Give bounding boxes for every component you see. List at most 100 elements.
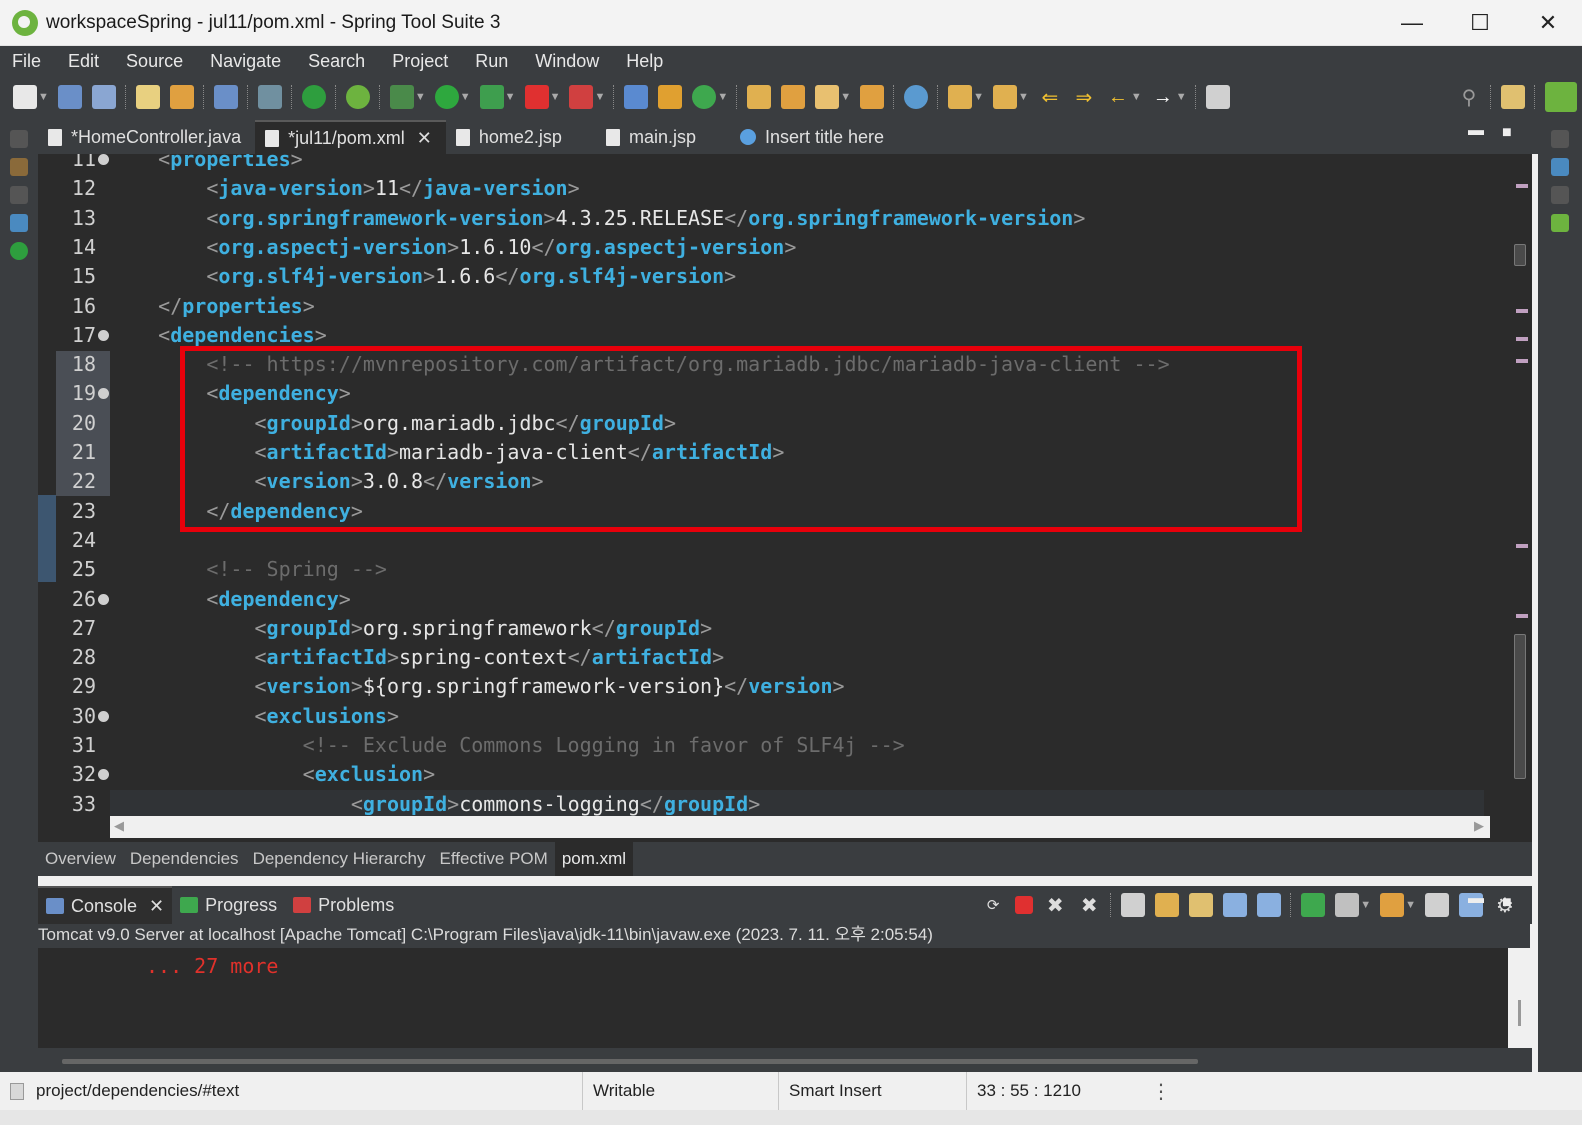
scrollbar-thumb[interactable]	[62, 1059, 1198, 1064]
code-line[interactable]: <exclusion>	[110, 760, 1484, 789]
code-line[interactable]: <java-version>11</java-version>	[110, 174, 1484, 203]
new-class-icon[interactable]	[692, 85, 717, 109]
open-type-icon[interactable]	[135, 85, 160, 109]
forward-arrow-icon[interactable]: →	[1151, 85, 1175, 109]
servers-icon[interactable]	[10, 214, 28, 232]
new-package-icon[interactable]	[658, 85, 683, 109]
spring-boot-icon[interactable]	[345, 85, 370, 109]
chevron-down-icon[interactable]: ▼	[1131, 91, 1142, 103]
fold-toggle-icon[interactable]	[98, 593, 109, 605]
tab-main-jsp[interactable]: main.jsp	[596, 120, 710, 154]
tab-effective-pom[interactable]: Effective POM	[432, 842, 554, 876]
previous-annotation-icon[interactable]	[993, 85, 1018, 109]
tab-console[interactable]: Console ✕	[38, 886, 173, 924]
menu-navigate[interactable]: Navigate	[198, 51, 296, 72]
tab-pom-xml-source[interactable]: pom.xml	[554, 842, 634, 876]
ruler-annotation[interactable]	[1516, 309, 1528, 313]
chevron-down-icon[interactable]: ▼	[840, 91, 851, 103]
terminate-icon[interactable]	[569, 85, 594, 109]
chevron-down-icon[interactable]: ▼	[1360, 899, 1371, 911]
menu-search[interactable]: Search	[296, 51, 380, 72]
tab-dependency-hierarchy[interactable]: Dependency Hierarchy	[246, 842, 433, 876]
restore-icon[interactable]	[1551, 130, 1569, 148]
next-edit-icon[interactable]: ⇒	[1072, 85, 1096, 109]
ruler-annotation[interactable]	[1516, 184, 1528, 188]
tab-home2-jsp[interactable]: home2.jsp	[446, 120, 576, 154]
code-line[interactable]: <dependency>	[110, 585, 1484, 614]
code-line[interactable]: <org.slf4j-version>1.6.6</org.slf4j-vers…	[110, 262, 1484, 291]
menu-project[interactable]: Project	[380, 51, 463, 72]
close-icon[interactable]: ✕	[417, 128, 432, 149]
display-console-icon[interactable]	[1335, 893, 1360, 917]
minimize-console-icon[interactable]: ▬	[1468, 890, 1484, 908]
open-folder-icon[interactable]	[747, 85, 772, 109]
back-arrow-icon[interactable]: ←	[1106, 85, 1130, 109]
horizontal-scrollbar[interactable]: ◀ ▶	[110, 816, 1490, 838]
console-scrollbar[interactable]	[1518, 1000, 1521, 1026]
restore-icon[interactable]	[1551, 186, 1569, 204]
new-file-icon[interactable]	[13, 85, 37, 109]
chevron-down-icon[interactable]: ▼	[415, 91, 426, 103]
chevron-down-icon[interactable]: ▼	[973, 91, 984, 103]
open-resource-icon[interactable]	[169, 85, 194, 109]
remove-all-icon[interactable]: ✖	[1077, 893, 1101, 917]
minimize-button[interactable]: —	[1378, 0, 1446, 46]
pin-console-icon[interactable]	[1301, 893, 1326, 917]
code-line[interactable]: <groupId>commons-logging</groupId>	[110, 789, 1484, 819]
ruler-annotation[interactable]	[1516, 544, 1528, 548]
code-line[interactable]: <properties>	[110, 154, 1484, 174]
code-line[interactable]: <!-- Spring -->	[110, 555, 1484, 584]
run-icon[interactable]	[434, 85, 459, 109]
open-file-icon[interactable]	[781, 85, 806, 109]
spring-explorer-icon[interactable]	[1551, 214, 1569, 232]
menu-run[interactable]: Run	[463, 51, 523, 72]
run-external-icon[interactable]	[479, 85, 504, 109]
tab-progress[interactable]: Progress	[172, 886, 285, 924]
menu-window[interactable]: Window	[523, 51, 614, 72]
console-output[interactable]: ... 27 more	[38, 948, 1521, 1048]
clear-console-icon[interactable]	[1121, 893, 1146, 917]
new-project-icon[interactable]	[624, 85, 649, 109]
restore-icon[interactable]	[10, 186, 28, 204]
chevron-down-icon[interactable]: ▼	[594, 91, 605, 103]
ruler-annotation[interactable]	[1516, 337, 1528, 341]
word-wrap-icon[interactable]	[1189, 893, 1214, 917]
console-view-icon[interactable]	[213, 85, 238, 109]
ruler-thumb[interactable]	[1514, 634, 1526, 779]
chevron-down-icon[interactable]: ▼	[1176, 91, 1187, 103]
globe-icon[interactable]	[904, 85, 929, 109]
tab-problems[interactable]: Problems	[285, 886, 402, 924]
tab-homecontroller-java[interactable]: *HomeController.java	[38, 120, 255, 154]
fold-toggle-icon[interactable]	[98, 769, 109, 781]
chevron-down-icon[interactable]: ▼	[717, 91, 728, 103]
ruler-annotation[interactable]	[1516, 614, 1528, 618]
close-icon[interactable]: ✕	[149, 896, 164, 917]
tab-dependencies[interactable]: Dependencies	[123, 842, 246, 876]
chevron-down-icon[interactable]: ▼	[38, 91, 49, 103]
sync-icon[interactable]: ⟳	[981, 893, 1005, 917]
next-annotation-icon[interactable]	[948, 85, 973, 109]
menu-help[interactable]: Help	[614, 51, 678, 72]
scroll-left-icon[interactable]: ◀	[114, 818, 124, 834]
console-horizontal-scrollbar[interactable]	[38, 1048, 1532, 1072]
power-icon[interactable]	[301, 85, 326, 109]
show-stderr-icon[interactable]	[1257, 893, 1282, 917]
tab-overview[interactable]: Overview	[38, 842, 123, 876]
close-button[interactable]: ✕	[1514, 0, 1582, 46]
menu-file[interactable]: File	[0, 51, 56, 72]
package-explorer-icon[interactable]	[10, 158, 28, 176]
open-console-icon[interactable]	[1380, 893, 1405, 917]
chevron-down-icon[interactable]: ▼	[1018, 91, 1029, 103]
chevron-down-icon[interactable]: ▼	[550, 91, 561, 103]
fold-toggle-icon[interactable]	[98, 329, 109, 341]
pin-editor-icon[interactable]	[1205, 85, 1230, 109]
skip-breakpoints-icon[interactable]	[257, 85, 282, 109]
search-icon[interactable]: ⚲	[1457, 85, 1481, 109]
code-line[interactable]: <exclusions>	[110, 702, 1484, 731]
menu-edit[interactable]: Edit	[56, 51, 114, 72]
scroll-right-icon[interactable]: ▶	[1474, 818, 1484, 834]
pencil-icon[interactable]	[815, 85, 840, 109]
maximize-console-icon[interactable]: ■	[1502, 894, 1512, 912]
chevron-down-icon[interactable]: ▼	[1405, 899, 1416, 911]
debug-icon[interactable]	[389, 85, 414, 109]
